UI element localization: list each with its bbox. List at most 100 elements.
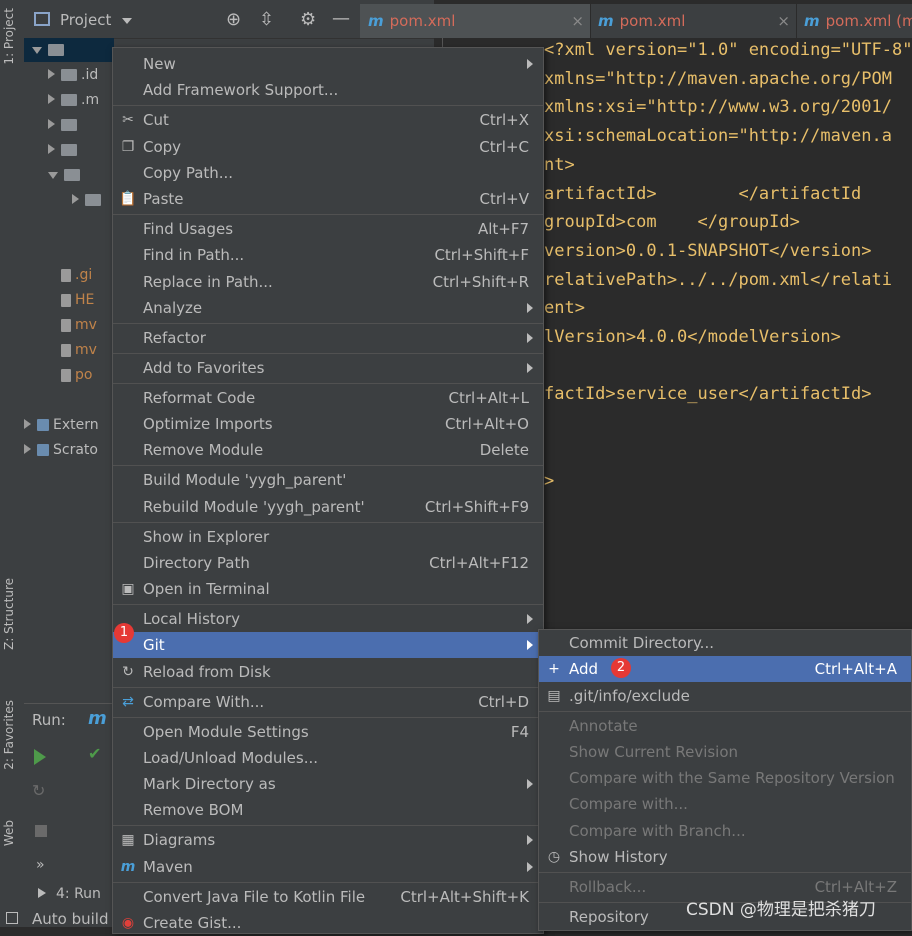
- tree-item[interactable]: [24, 163, 114, 188]
- rerun-icon[interactable]: ↻: [32, 781, 45, 800]
- menu-item-cut[interactable]: ✂ Cut Ctrl+X: [113, 107, 543, 133]
- menu-item-shortcut: Ctrl+Alt+Shift+K: [400, 888, 529, 906]
- gear-icon[interactable]: ⚙: [300, 9, 316, 30]
- code-line: version>0.0.1-SNAPSHOT</version>: [544, 240, 872, 261]
- menu-item-rebuild-module-yygh-parent[interactable]: Rebuild Module 'yygh_parent' Ctrl+Shift+F…: [113, 494, 543, 520]
- menu-item-find-in-path[interactable]: Find in Path... Ctrl+Shift+F: [113, 242, 543, 268]
- menu-item-remove-bom[interactable]: Remove BOM: [113, 797, 543, 823]
- chevron-down-icon[interactable]: [122, 18, 132, 24]
- tree-item[interactable]: .m: [24, 88, 114, 113]
- run-icon[interactable]: [34, 749, 46, 765]
- menu-item-label: Reload from Disk: [143, 663, 271, 681]
- menu-item-diagrams[interactable]: ▦ Diagrams: [113, 827, 543, 853]
- tree-item[interactable]: mv: [24, 338, 114, 363]
- expand-arrow-icon[interactable]: [48, 94, 55, 104]
- menu-item-git-info-exclude[interactable]: ▤ .git/info/exclude: [539, 683, 911, 709]
- web-tool-tab[interactable]: Web: [2, 820, 16, 846]
- project-tool-tab[interactable]: 1: Project: [2, 8, 16, 65]
- tree-item[interactable]: .gi: [24, 263, 114, 288]
- file-icon: [61, 343, 71, 357]
- menu-item-add-to-favorites[interactable]: Add to Favorites: [113, 355, 543, 381]
- expand-arrow-icon[interactable]: [48, 119, 55, 129]
- more-icon[interactable]: »: [36, 857, 45, 873]
- tree-item[interactable]: Extern: [24, 413, 114, 438]
- menu-item-open-in-terminal[interactable]: ▣ Open in Terminal: [113, 576, 543, 602]
- menu-item-add[interactable]: + Add Ctrl+Alt+A: [539, 656, 911, 682]
- expand-arrow-icon[interactable]: [48, 69, 55, 79]
- menu-item-convert-java-file-to-kotlin-file[interactable]: Convert Java File to Kotlin File Ctrl+Alt…: [113, 884, 543, 910]
- expand-arrow-icon[interactable]: [24, 444, 31, 454]
- collapse-all-icon[interactable]: ⇳: [259, 9, 274, 30]
- menu-item-label: Annotate: [569, 717, 638, 735]
- menu-item-compare-with[interactable]: Compare with...: [539, 791, 911, 817]
- menu-item-annotate[interactable]: Annotate: [539, 713, 911, 739]
- menu-item-show-history[interactable]: ◷ Show History: [539, 844, 911, 870]
- tree-item[interactable]: po: [24, 363, 114, 388]
- menu-item-shortcut: F4: [510, 723, 529, 741]
- code-line: ent>: [544, 298, 585, 319]
- expand-arrow-icon[interactable]: [48, 144, 55, 154]
- expand-arrow-icon[interactable]: [48, 172, 58, 179]
- expand-arrow-icon[interactable]: [72, 194, 79, 204]
- expand-arrow-icon[interactable]: [24, 419, 31, 429]
- project-title[interactable]: Project: [60, 11, 111, 29]
- editor-tab[interactable]: m pom.xml ×: [590, 4, 797, 38]
- menu-item-show-current-revision[interactable]: Show Current Revision: [539, 739, 911, 765]
- folder-icon: [61, 144, 77, 156]
- code-line: xsi:schemaLocation="http://maven.a: [544, 126, 892, 147]
- run-tab[interactable]: 4: Run: [56, 886, 101, 902]
- git-submenu: Commit Directory... + Add Ctrl+Alt+A ▤ .git/i…: [538, 629, 912, 931]
- tree-item[interactable]: Scrato: [24, 438, 114, 463]
- tree-item[interactable]: mv: [24, 313, 114, 338]
- menu-item-build-module-yygh-parent[interactable]: Build Module 'yygh_parent': [113, 467, 543, 493]
- menu-item-copy[interactable]: ❐ Copy Ctrl+C: [113, 134, 543, 160]
- locate-icon[interactable]: ⊕: [226, 9, 241, 30]
- menu-item-commit-directory[interactable]: Commit Directory...: [539, 630, 911, 656]
- tree-root-row[interactable]: [24, 38, 114, 62]
- menu-item-optimize-imports[interactable]: Optimize Imports Ctrl+Alt+O: [113, 411, 543, 437]
- menu-item-compare-with[interactable]: ⇄ Compare With... Ctrl+D: [113, 689, 543, 715]
- menu-item-reload-from-disk[interactable]: ↻ Reload from Disk: [113, 659, 543, 685]
- menu-item-maven[interactable]: m Maven: [113, 854, 543, 880]
- menu-item-remove-module[interactable]: Remove Module Delete: [113, 437, 543, 463]
- tree-item[interactable]: HE: [24, 288, 114, 313]
- editor-tab[interactable]: m pom.xml (m: [796, 4, 912, 38]
- menu-item-load-unload-modules[interactable]: Load/Unload Modules...: [113, 745, 543, 771]
- menu-item-directory-path[interactable]: Directory Path Ctrl+Alt+F12: [113, 550, 543, 576]
- status-icon[interactable]: [6, 912, 18, 924]
- stop-icon[interactable]: [35, 825, 47, 837]
- structure-tool-tab[interactable]: Z: Structure: [2, 578, 16, 650]
- menu-item-refactor[interactable]: Refactor: [113, 325, 543, 351]
- menu-item-analyze[interactable]: Analyze: [113, 295, 543, 321]
- menu-item-find-usages[interactable]: Find Usages Alt+F7: [113, 216, 543, 242]
- menu-item-show-in-explorer[interactable]: Show in Explorer: [113, 524, 543, 550]
- menu-item-add-framework-support[interactable]: Add Framework Support...: [113, 77, 543, 103]
- menu-item-create-gist[interactable]: ◉ Create Gist...: [113, 910, 543, 936]
- menu-item-git[interactable]: Git: [113, 632, 543, 658]
- menu-item-copy-path[interactable]: Copy Path...: [113, 160, 543, 186]
- menu-item-label: Replace in Path...: [143, 273, 273, 291]
- favorites-tool-tab[interactable]: 2: Favorites: [2, 700, 16, 770]
- tree-item[interactable]: .id: [24, 63, 114, 88]
- menu-item-label: Open in Terminal: [143, 580, 270, 598]
- tree-item[interactable]: [24, 188, 114, 213]
- menu-item-compare-with-the-same-repository-version[interactable]: Compare with the Same Repository Version: [539, 765, 911, 791]
- tree-item[interactable]: [24, 113, 114, 138]
- tab-label: pom.xml: [389, 12, 456, 30]
- menu-item-reformat-code[interactable]: Reformat Code Ctrl+Alt+L: [113, 385, 543, 411]
- menu-item-new[interactable]: New: [113, 51, 543, 77]
- minimize-icon[interactable]: —: [332, 8, 350, 29]
- menu-item-open-module-settings[interactable]: Open Module Settings F4: [113, 719, 543, 745]
- tool-window-stripe: 1: Project Z: Structure 2: Favorites Web: [0, 0, 25, 927]
- menu-item-compare-with-branch[interactable]: Compare with Branch...: [539, 818, 911, 844]
- menu-item-local-history[interactable]: Local History: [113, 606, 543, 632]
- menu-item-replace-in-path[interactable]: Replace in Path... Ctrl+Shift+R: [113, 269, 543, 295]
- close-icon[interactable]: ×: [777, 4, 790, 38]
- editor-tab[interactable]: m pom.xml ×: [360, 4, 591, 38]
- menu-item-mark-directory-as[interactable]: Mark Directory as: [113, 771, 543, 797]
- menu-item-paste[interactable]: 📋 Paste Ctrl+V: [113, 186, 543, 212]
- tree-item[interactable]: [24, 138, 114, 163]
- expand-arrow-icon[interactable]: [32, 47, 42, 54]
- menu-item-label: Cut: [143, 111, 169, 129]
- close-icon[interactable]: ×: [571, 4, 584, 38]
